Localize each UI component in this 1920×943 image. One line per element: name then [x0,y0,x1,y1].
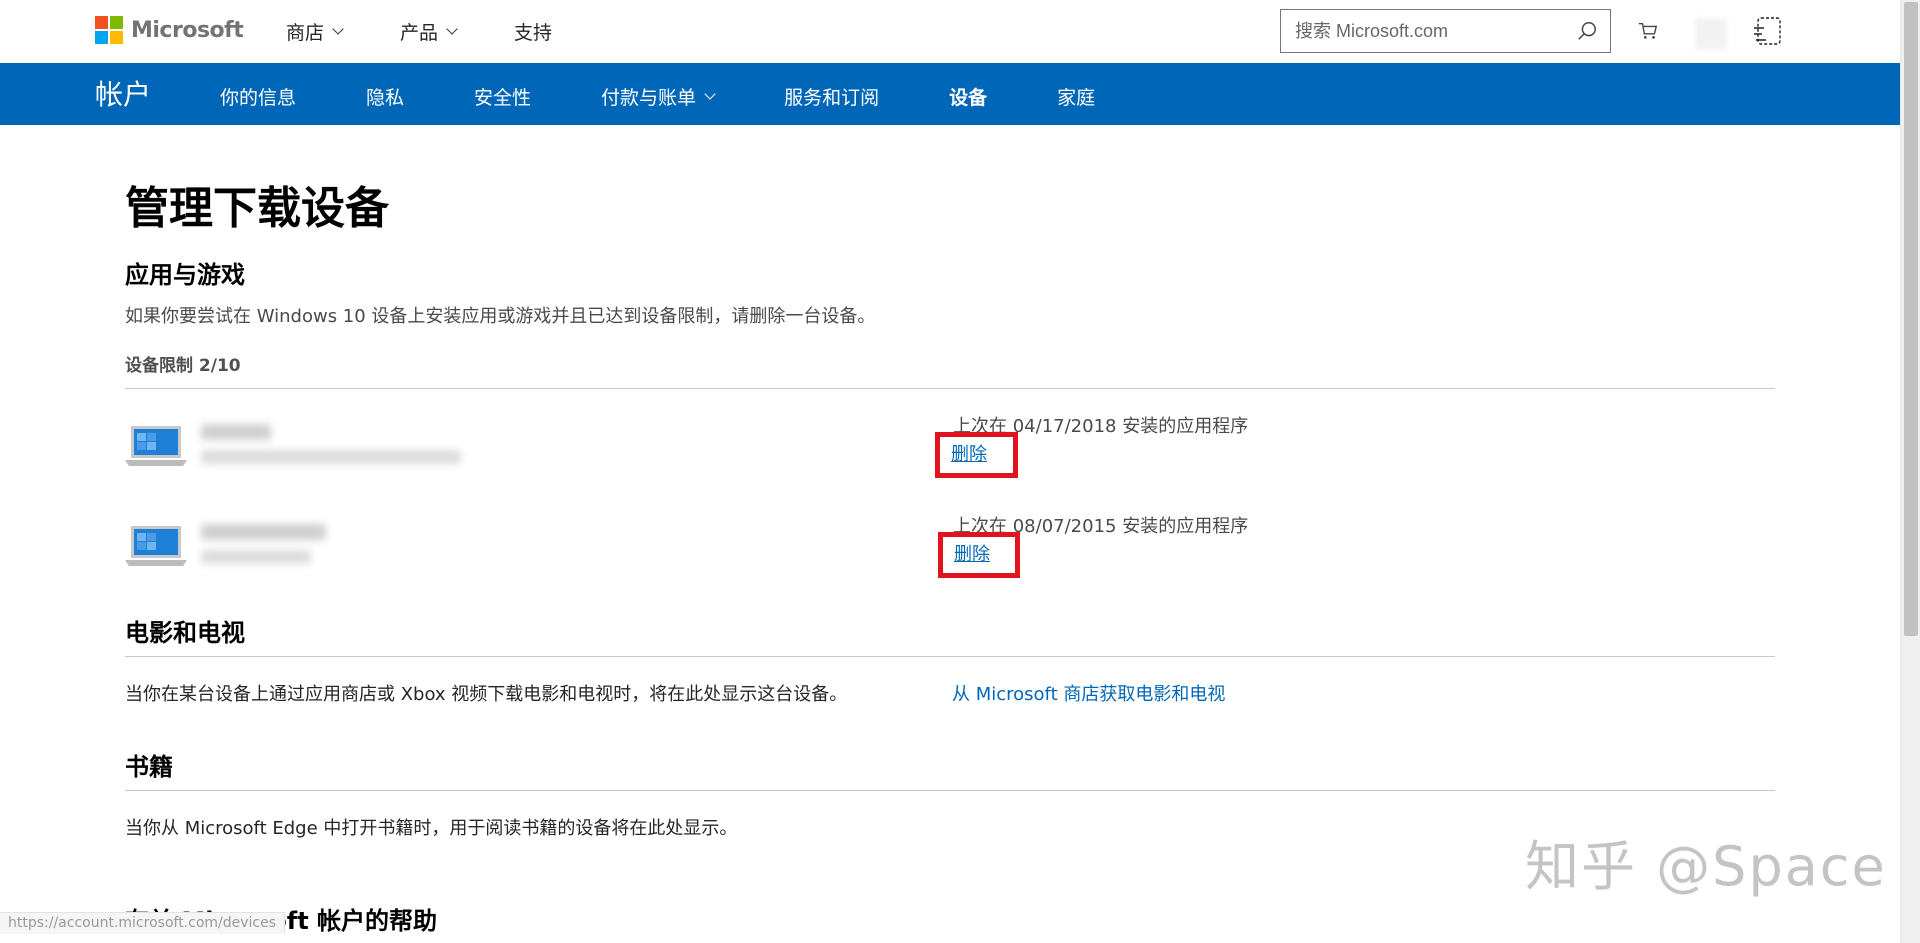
device-row: 上次在 04/17/2018 安装的应用程序 删除 [125,410,1775,490]
highlight-box: 删除 [938,532,1020,578]
delete-device-link[interactable]: 删除 [951,440,987,466]
top-nav-products-label: 产品 [400,22,439,44]
divider [125,790,1775,791]
avatar[interactable] [1695,18,1727,50]
tab-devices[interactable]: 设备 [949,83,987,110]
top-nav-support[interactable]: 支持 [514,18,552,45]
device-limit: 设备限制 2/10 [125,356,241,376]
top-nav: 商店 产品 支持 [286,18,610,45]
chevron-down-icon [446,23,458,35]
books-description: 当你从 Microsoft Edge 中打开书籍时，用于阅读书籍的设备将在此处显… [125,818,738,839]
cart-icon[interactable] [1637,20,1659,42]
tab-your-info[interactable]: 你的信息 [220,83,296,110]
movies-tv-heading: 电影和电视 [125,619,245,647]
tab-payment-billing-label: 付款与账单 [601,87,697,109]
page-title: 管理下载设备 [125,183,389,234]
get-movies-tv-link[interactable]: 从 Microsoft 商店获取电影和电视 [952,680,1225,706]
profile-icon[interactable] [1750,14,1786,50]
divider [125,388,1775,389]
scrollbar-thumb[interactable] [1904,2,1918,636]
top-nav-support-label: 支持 [514,22,553,44]
tab-security[interactable]: 安全性 [474,83,531,110]
chevron-down-icon [332,23,344,35]
divider [125,656,1775,657]
device-details-redacted [201,450,461,464]
laptop-icon [125,526,187,566]
tab-payment-billing[interactable]: 付款与账单 [601,83,716,110]
delete-device-link[interactable]: 删除 [954,540,990,566]
search-box [1280,9,1611,53]
highlight-box: 删除 [935,432,1018,478]
search-icon[interactable] [1576,20,1598,42]
tab-family[interactable]: 家庭 [1057,83,1095,110]
device-name-redacted [201,524,326,540]
top-header: Microsoft 商店 产品 支持 [0,0,1900,63]
watermark: 知乎 @Space [1525,835,1887,898]
tab-services-subscriptions[interactable]: 服务和订阅 [784,83,879,110]
top-nav-products[interactable]: 产品 [400,18,458,45]
top-nav-store-label: 商店 [286,22,325,44]
account-tabs: 你的信息 隐私 安全性 付款与账单 服务和订阅 设备 家庭 [220,83,1165,110]
search-input[interactable] [1295,20,1565,42]
tab-privacy[interactable]: 隐私 [366,83,404,110]
books-heading: 书籍 [125,753,173,781]
microsoft-logo-icon [95,16,123,44]
top-nav-store[interactable]: 商店 [286,18,344,45]
microsoft-logo[interactable]: Microsoft [95,16,244,44]
device-row: 上次在 08/07/2015 安装的应用程序 删除 [125,510,1775,590]
movies-tv-description: 当你在某台设备上通过应用商店或 Xbox 视频下载电影和电视时，将在此处显示这台… [125,684,848,705]
laptop-icon [125,426,187,466]
status-bar-url: https://account.microsoft.com/devices [0,912,286,934]
apps-games-heading: 应用与游戏 [125,261,245,289]
device-name-redacted [201,424,271,440]
account-title[interactable]: 帐户 [95,73,151,113]
device-details-redacted [201,550,311,564]
chevron-down-icon [704,88,716,100]
apps-games-description: 如果你要尝试在 Windows 10 设备上安装应用或游戏并且已达到设备限制，请… [125,306,876,327]
scrollbar[interactable] [1900,0,1920,943]
microsoft-wordmark: Microsoft [131,17,244,43]
account-nav: 帐户 你的信息 隐私 安全性 付款与账单 服务和订阅 设备 家庭 [0,63,1900,125]
